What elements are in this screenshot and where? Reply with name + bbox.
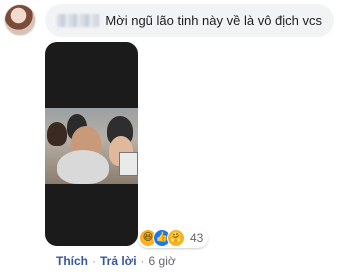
comment-bubble: Mời ngũ lão tinh này về là vô địch vcs <box>45 4 334 37</box>
video-screen <box>119 152 138 176</box>
author-name-redacted[interactable] <box>57 14 100 27</box>
separator: · <box>140 254 145 268</box>
timestamp[interactable]: 6 giờ <box>149 254 176 268</box>
separator: · <box>92 254 96 268</box>
comment-text: Mời ngũ lão tinh này về là vô địch vcs <box>105 13 322 28</box>
like-link[interactable]: Thích <box>56 254 88 268</box>
video-person <box>57 150 109 184</box>
reactions-summary[interactable]: 😆 👍 🤗 43 <box>138 228 209 248</box>
video-person <box>47 122 67 146</box>
video-attachment[interactable] <box>45 42 138 246</box>
video-frame <box>45 108 138 184</box>
comment-actions: Thích · Trả lời · 6 giờ <box>56 254 176 268</box>
avatar[interactable] <box>4 4 36 36</box>
reaction-count: 43 <box>190 231 204 245</box>
reply-link[interactable]: Trả lời <box>100 254 137 268</box>
care-icon: 🤗 <box>167 229 185 247</box>
